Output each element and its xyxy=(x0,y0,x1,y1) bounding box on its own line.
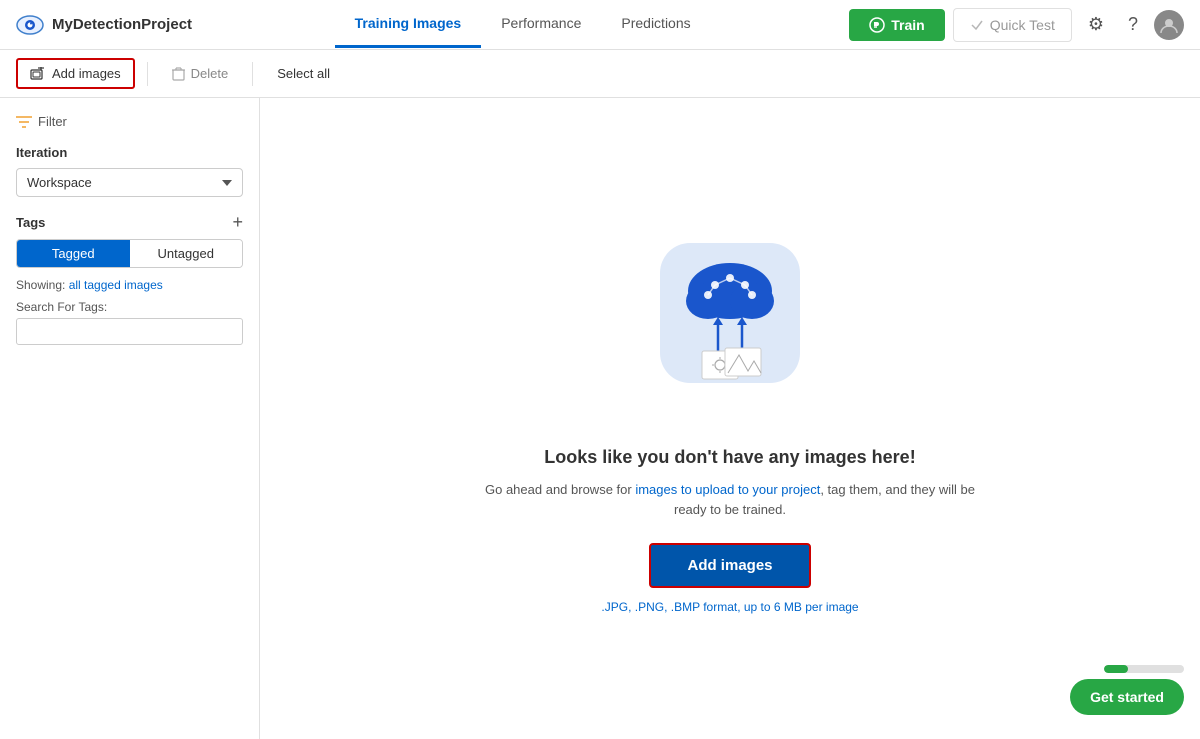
untagged-button[interactable]: Untagged xyxy=(130,240,243,267)
train-icon xyxy=(869,17,885,33)
train-button[interactable]: Train xyxy=(849,9,944,41)
empty-desc: Go ahead and browse for images to upload… xyxy=(470,480,990,519)
help-button[interactable]: ? xyxy=(1120,10,1146,39)
main-layout: Filter Iteration Workspace Tags + Tagged… xyxy=(0,98,1200,739)
logo-icon xyxy=(16,11,44,39)
format-text: .JPG, .PNG, .BMP format, up to 6 MB per … xyxy=(601,600,858,614)
tagged-button[interactable]: Tagged xyxy=(17,240,130,267)
quick-test-label: Quick Test xyxy=(990,17,1055,33)
search-tags-label: Search For Tags: xyxy=(16,300,243,314)
filter-label: Filter xyxy=(38,114,67,129)
avatar[interactable] xyxy=(1154,10,1184,40)
tab-performance[interactable]: Performance xyxy=(481,1,601,48)
select-all-button[interactable]: Select all xyxy=(265,60,342,87)
delete-label: Delete xyxy=(191,66,229,81)
tag-toggle: Tagged Untagged xyxy=(16,239,243,268)
project-name: MyDetectionProject xyxy=(52,16,192,33)
train-label: Train xyxy=(891,17,924,33)
tags-header: Tags + xyxy=(16,213,243,231)
add-tag-button[interactable]: + xyxy=(232,213,243,231)
toolbar-divider-1 xyxy=(147,62,148,86)
header-actions: Train Quick Test ⚙ ? xyxy=(849,8,1184,42)
filter-row[interactable]: Filter xyxy=(16,114,243,129)
get-started-button[interactable]: Get started xyxy=(1070,679,1184,715)
delete-button[interactable]: Delete xyxy=(160,60,241,87)
tab-predictions[interactable]: Predictions xyxy=(601,1,710,48)
empty-desc-link[interactable]: images to upload to your project xyxy=(635,482,820,497)
quick-test-button[interactable]: Quick Test xyxy=(953,8,1072,42)
logo-area: MyDetectionProject xyxy=(16,11,196,39)
empty-title: Looks like you don't have any images her… xyxy=(544,447,915,468)
settings-icon: ⚙ xyxy=(1088,14,1104,35)
settings-button[interactable]: ⚙ xyxy=(1080,10,1112,39)
toolbar-divider-2 xyxy=(252,62,253,86)
add-images-main-button[interactable]: Add images xyxy=(649,543,810,588)
header: MyDetectionProject Training Images Perfo… xyxy=(0,0,1200,50)
filter-icon xyxy=(16,115,32,129)
sidebar: Filter Iteration Workspace Tags + Tagged… xyxy=(0,98,260,739)
toolbar: Add images Delete Select all xyxy=(0,50,1200,98)
main-nav: Training Images Performance Predictions xyxy=(208,1,837,48)
add-images-icon xyxy=(30,67,46,81)
showing-text: Showing: all tagged images xyxy=(16,278,243,292)
user-avatar-icon xyxy=(1160,16,1178,34)
tags-title: Tags xyxy=(16,215,45,230)
showing-link[interactable]: all tagged images xyxy=(69,278,163,292)
showing-prefix: Showing: xyxy=(16,278,69,292)
empty-illustration xyxy=(630,223,830,423)
iteration-dropdown[interactable]: Workspace xyxy=(16,168,243,197)
checkmark-icon xyxy=(970,18,984,32)
bottom-right: Get started xyxy=(1070,665,1184,715)
main-content: Looks like you don't have any images her… xyxy=(260,98,1200,739)
iteration-label: Iteration xyxy=(16,145,243,160)
progress-bar-container xyxy=(1104,665,1184,673)
help-icon: ? xyxy=(1128,14,1138,35)
tab-training-images[interactable]: Training Images xyxy=(335,1,482,48)
progress-bar-fill xyxy=(1104,665,1128,673)
add-images-toolbar-label: Add images xyxy=(52,66,121,81)
search-tags-input[interactable] xyxy=(16,318,243,345)
trash-icon xyxy=(172,67,185,81)
empty-desc-prefix: Go ahead and browse for xyxy=(485,482,635,497)
add-images-button-toolbar[interactable]: Add images xyxy=(16,58,135,89)
